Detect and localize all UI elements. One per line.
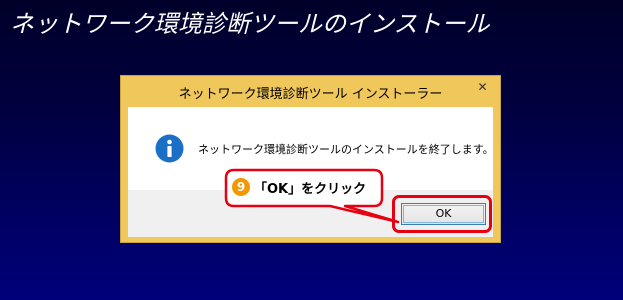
page-title: ネットワーク環境診断ツールのインストール — [10, 10, 490, 38]
dialog-title: ネットワーク環境診断ツール インストーラー — [178, 87, 443, 102]
dialog-message: ネットワーク環境診断ツールのインストールを終了します。 — [198, 143, 494, 156]
dialog-titlebar[interactable]: ネットワーク環境診断ツール インストーラー ✕ — [121, 76, 500, 107]
ok-button[interactable]: OK — [401, 203, 486, 225]
close-icon: ✕ — [477, 80, 488, 94]
callout-instruction: 「OK」をクリック — [254, 182, 367, 197]
info-icon — [155, 134, 184, 163]
close-button[interactable]: ✕ — [470, 78, 495, 96]
step-number-badge: 9 — [232, 178, 250, 196]
